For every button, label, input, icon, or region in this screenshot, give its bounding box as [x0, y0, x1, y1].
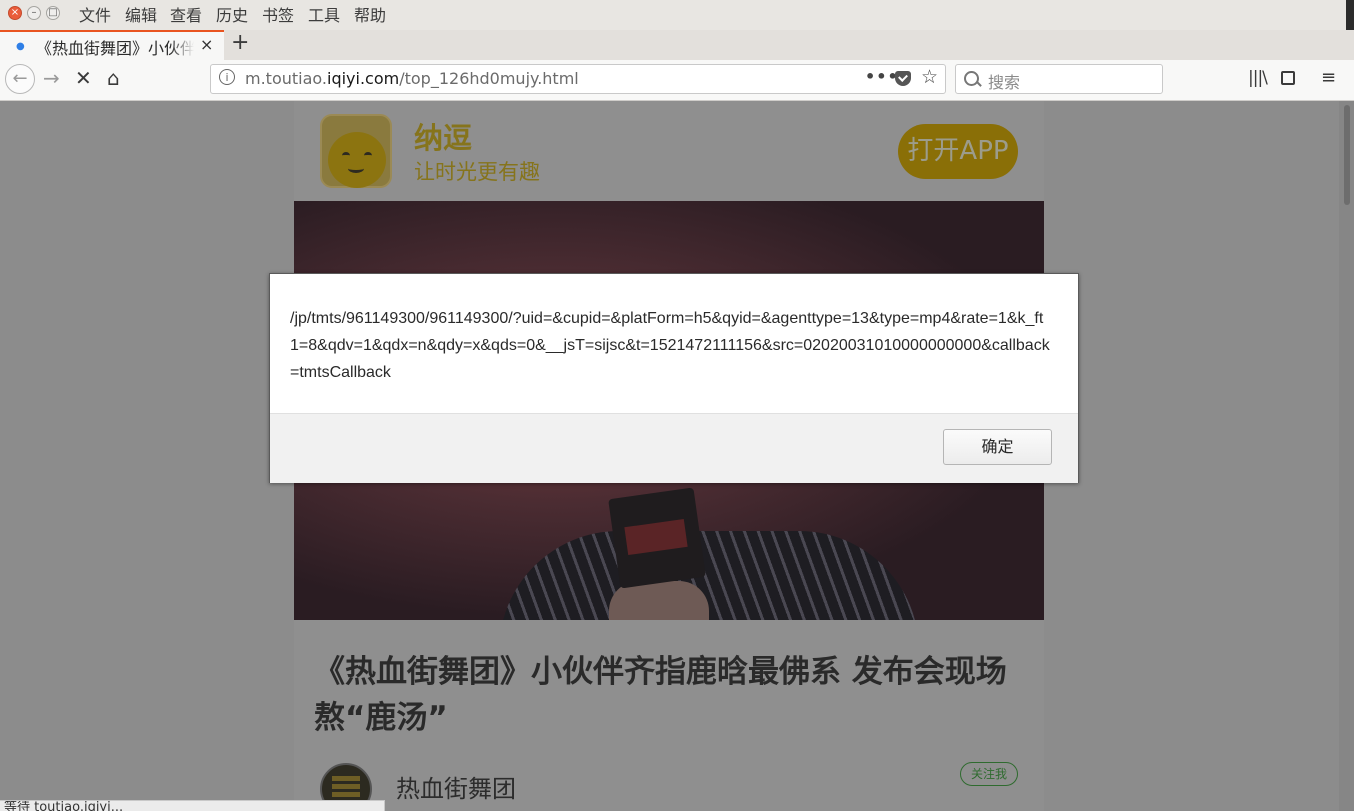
author-name[interactable]: 热血街舞团: [396, 769, 516, 804]
alert-dialog: /jp/tmts/961149300/961149300/?uid=&cupid…: [269, 273, 1079, 483]
menu-help[interactable]: 帮助: [354, 6, 386, 26]
menu-edit[interactable]: 编辑: [125, 6, 157, 26]
loading-dot-icon: ●: [16, 41, 25, 52]
bookmark-star-icon[interactable]: ☆: [921, 66, 938, 88]
app-slogan: 让时光更有趣: [414, 160, 540, 184]
smiley-face-icon: [328, 132, 386, 188]
search-icon: [964, 71, 979, 86]
menu-file[interactable]: 文件: [79, 6, 111, 26]
menu-bar: × – □ 文件 编辑 查看 历史 书签 工具 帮助: [0, 0, 1354, 30]
window-close-button[interactable]: ×: [8, 6, 22, 20]
tab-active[interactable]: ● 《热血街舞团》小伙伴齐指鹿晗最佛系 发布会现场熬“鹿汤” ×: [0, 30, 224, 60]
app-name: 纳逗: [414, 121, 473, 155]
ok-button[interactable]: 确定: [943, 429, 1052, 465]
page-scrollbar[interactable]: [1339, 101, 1354, 811]
hamburger-menu-icon[interactable]: ≡: [1321, 67, 1336, 89]
dialog-footer: 确定: [270, 413, 1078, 483]
library-icon[interactable]: |||\: [1248, 67, 1268, 89]
article-title: 《热血街舞团》小伙伴齐指鹿晗最佛系 发布会现场熬“鹿汤”: [314, 654, 1007, 736]
sidebar-icon[interactable]: [1281, 71, 1295, 85]
open-app-button[interactable]: 打开APP: [898, 124, 1018, 179]
tab-close-icon[interactable]: ×: [200, 35, 213, 54]
url-bar[interactable]: i m.toutiao.iqiyi.com/top_126hd0mujy.htm…: [210, 64, 946, 94]
tab-strip: ● 《热血街舞团》小伙伴齐指鹿晗最佛系 发布会现场熬“鹿汤” × +: [0, 30, 1354, 60]
new-tab-button[interactable]: +: [231, 30, 249, 56]
page-actions-icon[interactable]: •••: [865, 67, 899, 86]
menu-bookmarks[interactable]: 书签: [262, 6, 294, 26]
forward-icon[interactable]: →: [43, 67, 60, 89]
tab-title: 《热血街舞团》小伙伴齐指鹿晗最佛系 发布会现场熬“鹿汤”: [36, 39, 194, 57]
scrollbar-thumb[interactable]: [1344, 105, 1350, 205]
status-bar: 等待 toutiao.iqiyi...: [0, 800, 385, 811]
window-minimize-button[interactable]: –: [27, 6, 41, 20]
nav-bar: ← → ✕ ⌂ i m.toutiao.iqiyi.com/top_126hd0…: [0, 60, 1354, 101]
menu-history[interactable]: 历史: [216, 6, 248, 26]
app-logo: [320, 114, 392, 188]
stop-icon[interactable]: ✕: [75, 67, 92, 89]
search-input[interactable]: 搜索: [955, 64, 1163, 94]
pocket-icon[interactable]: [895, 71, 911, 86]
follow-button[interactable]: 关注我: [960, 762, 1018, 786]
search-placeholder: 搜索: [988, 73, 1021, 92]
menu-view[interactable]: 查看: [170, 6, 202, 26]
back-button[interactable]: ←: [5, 64, 35, 94]
menu-tools[interactable]: 工具: [308, 6, 340, 26]
info-icon[interactable]: i: [219, 69, 235, 85]
url-text[interactable]: m.toutiao.iqiyi.com/top_126hd0mujy.html: [245, 69, 579, 88]
window-maximize-button[interactable]: □: [46, 6, 60, 20]
home-icon[interactable]: ⌂: [107, 67, 120, 89]
back-icon: ←: [12, 68, 28, 89]
dialog-message: /jp/tmts/961149300/961149300/?uid=&cupid…: [290, 310, 1050, 381]
